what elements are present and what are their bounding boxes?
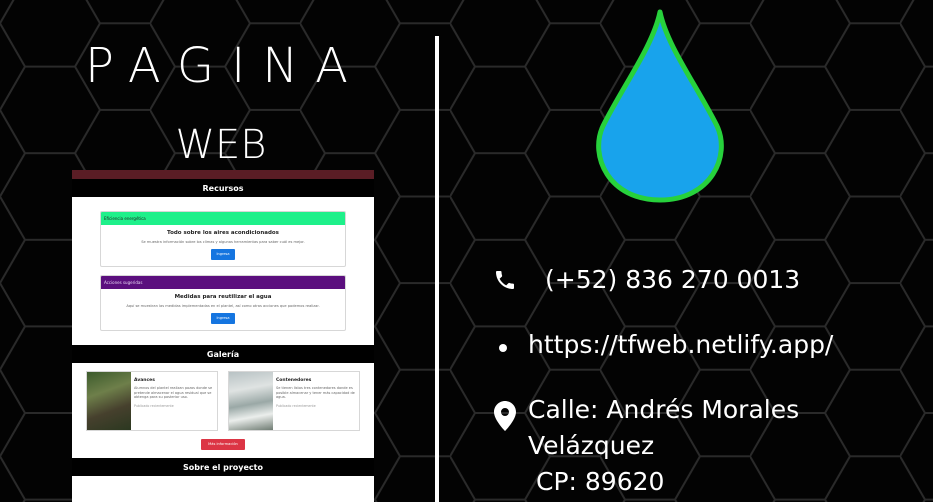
preview-ingresa-button[interactable]: Ingresa [211, 249, 235, 260]
preview-gallery-text: Se tienen listos tres contenedores donde… [276, 386, 355, 400]
bullet-icon [499, 344, 507, 352]
preview-section-sobre: Sobre el proyecto [183, 463, 263, 472]
preview-gallery-date: Publicado recientemente [276, 403, 316, 408]
preview-gallery-title: Contenedores [276, 378, 312, 383]
preview-card: Acciones sugeridas Medidas para reutiliz… [100, 275, 346, 331]
preview-card-text: Se muestra información sobre los climas … [141, 240, 305, 244]
preview-resources-panel: Eficiencia energética Todo sobre los air… [72, 197, 374, 345]
preview-more-info-button[interactable]: Más información [201, 439, 245, 450]
page-title: PAGINA [85, 38, 365, 94]
preview-section-recursos: Recursos [202, 184, 244, 193]
preview-card-title: Todo sobre los aires acondicionados [167, 230, 279, 236]
preview-gallery-image-contenedores [229, 372, 273, 430]
preview-gallery-card: Avances Alumnos del plantel realizan poz… [86, 371, 218, 431]
address-line-street-cont: Velázquez [528, 431, 655, 460]
preview-card: Eficiencia energética Todo sobre los air… [100, 211, 346, 267]
contact-phone[interactable]: (+52) 836 270 0013 [545, 265, 800, 294]
address-line-postal-code: CP: 89620 [536, 467, 665, 496]
preview-gallery-title: Avances [134, 378, 155, 383]
contact-url-link[interactable]: https://tfweb.netlify.app/ [528, 330, 833, 359]
page-subtitle-text: WEB [175, 122, 267, 168]
preview-gallery-card: Contenedores Se tienen listos tres conte… [228, 371, 360, 431]
preview-gallery-image-avances [87, 372, 131, 430]
phone-icon [496, 271, 514, 289]
vertical-divider [435, 36, 439, 502]
preview-gallery-panel: Avances Alumnos del plantel realizan poz… [72, 363, 374, 458]
preview-ingresa-button[interactable]: Ingresa [211, 313, 235, 324]
page-subtitle: WEB [70, 122, 450, 168]
water-drop-icon [596, 9, 724, 203]
preview-section-galeria: Galería [206, 350, 240, 359]
address-line-street: Calle: Andrés Morales [528, 395, 800, 424]
preview-top-bar [72, 170, 374, 179]
contact-address: Calle: Andrés Morales Velázquez CP: 8962… [528, 392, 799, 500]
preview-card-tag: Acciones sugeridas [101, 276, 345, 289]
preview-about-panel [72, 476, 374, 502]
preview-card-text: Aquí se muestran las medidas implementad… [126, 304, 320, 308]
preview-gallery-date: Publicado recientemente [134, 403, 174, 408]
location-pin-icon [494, 401, 516, 431]
preview-card-tag: Eficiencia energética [101, 212, 345, 225]
preview-card-title: Medidas para reutilizar el agua [174, 294, 272, 300]
preview-gallery-text: Alumnos del plantel realizan pozos donde… [134, 386, 213, 400]
website-preview: Recursos Eficiencia energética Todo sobr… [72, 170, 374, 502]
